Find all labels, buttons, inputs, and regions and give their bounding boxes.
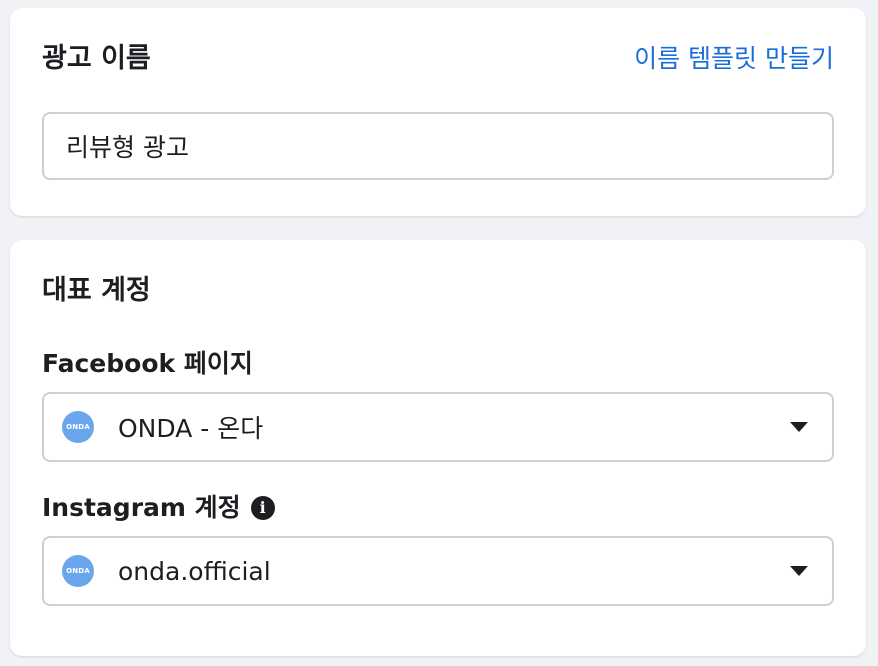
chevron-down-icon <box>790 566 808 576</box>
ad-name-value: 리뷰형 광고 <box>66 133 189 162</box>
instagram-avatar-text: ONDA <box>66 567 90 575</box>
instagram-account-avatar: ONDA <box>62 555 94 587</box>
ad-name-title: 광고 이름 <box>42 43 151 74</box>
info-icon[interactable]: i <box>250 496 275 520</box>
facebook-page-select[interactable]: ONDA ONDA - 온다 <box>42 392 834 462</box>
facebook-page-label-text: Facebook 페이지 <box>42 349 253 378</box>
instagram-account-label: Instagram 계정 i <box>42 492 275 524</box>
ad-name-card: 광고 이름 이름 템플릿 만들기 리뷰형 광고 <box>10 8 866 216</box>
create-name-template-link[interactable]: 이름 템플릿 만들기 <box>634 43 834 75</box>
instagram-account-label-text: Instagram 계정 <box>42 493 241 522</box>
instagram-account-value: onda.official <box>118 556 271 586</box>
instagram-account-select[interactable]: ONDA onda.official <box>42 536 834 606</box>
facebook-page-value: ONDA - 온다 <box>118 414 264 443</box>
identity-card: 대표 계정 Facebook 페이지 ONDA ONDA - 온다 Instag… <box>10 240 866 656</box>
facebook-page-label: Facebook 페이지 <box>42 348 253 380</box>
ad-name-input[interactable]: 리뷰형 광고 <box>42 112 834 180</box>
chevron-down-icon <box>790 422 808 432</box>
facebook-page-avatar: ONDA <box>62 411 94 443</box>
identity-title: 대표 계정 <box>42 275 151 306</box>
facebook-avatar-text: ONDA <box>66 423 90 431</box>
